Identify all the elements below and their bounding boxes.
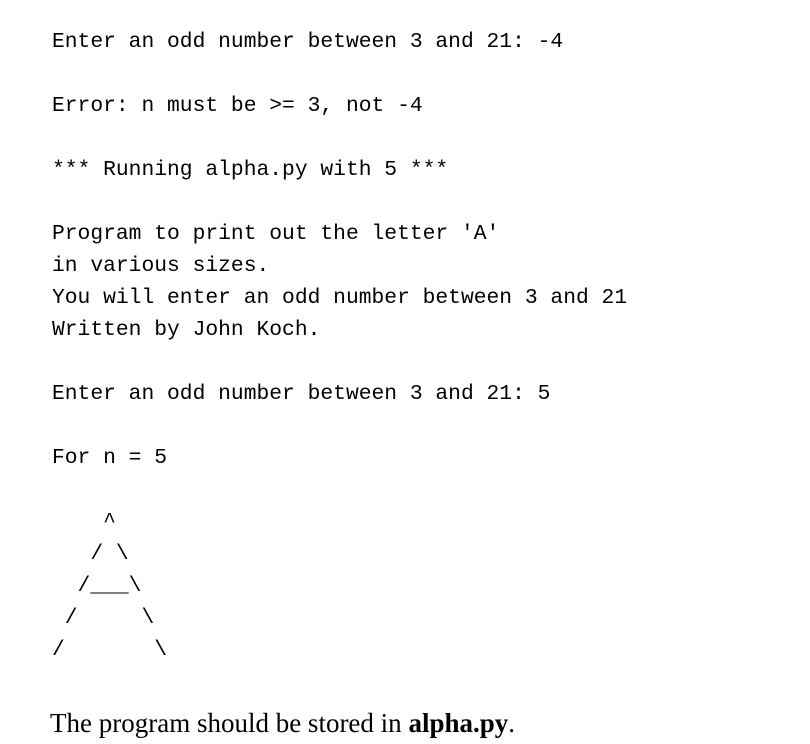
ascii-art-letter-a: ^ / \ /___\ / \ / \ [52, 506, 792, 666]
console-line-banner-3: You will enter an odd number between 3 a… [52, 286, 628, 310]
ascii-art-row: /___\ [52, 574, 142, 598]
ascii-art-row: / \ [52, 638, 168, 662]
console-line-banner-2: in various sizes. [52, 254, 270, 278]
console-line-prompt-1: Enter an odd number between 3 and 21: -4 [52, 30, 564, 54]
console-output: Enter an odd number between 3 and 21: -4… [52, 26, 792, 666]
ascii-art-row: / \ [52, 542, 129, 566]
footer-text-after: . [508, 708, 515, 738]
ascii-art-row: ^ [52, 510, 116, 534]
console-line-prompt-2: Enter an odd number between 3 and 21: 5 [52, 382, 551, 406]
console-line-banner-4: Written by John Koch. [52, 318, 321, 342]
console-line-run-banner: *** Running alpha.py with 5 *** [52, 158, 449, 182]
console-line-error: Error: n must be >= 3, not -4 [52, 94, 423, 118]
footer-filename: alpha.py [408, 708, 509, 738]
ascii-art-row: / \ [52, 606, 155, 630]
footer-instruction: The program should be stored in alpha.py… [50, 706, 790, 740]
console-line-for-n: For n = 5 [52, 446, 168, 470]
footer-text-before: The program should be stored in [50, 708, 409, 738]
console-line-banner-1: Program to print out the letter 'A' [52, 222, 500, 246]
